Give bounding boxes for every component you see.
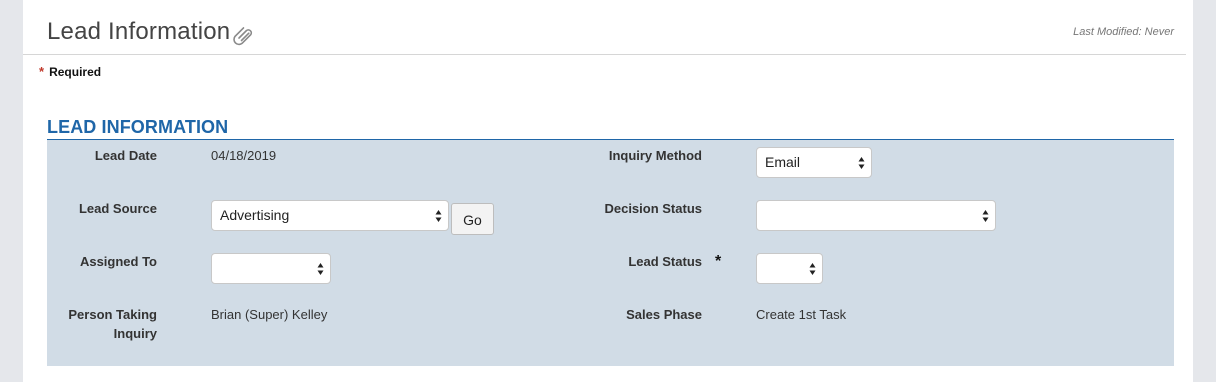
- select-arrows-icon: [809, 263, 816, 275]
- section-title: LEAD INFORMATION: [47, 117, 229, 137]
- required-label: Required: [49, 65, 102, 79]
- assigned-to-select[interactable]: [211, 253, 331, 284]
- select-arrows-icon: [317, 263, 324, 275]
- decision-status-label: Decision Status: [604, 201, 702, 216]
- required-note: * Required: [39, 64, 101, 79]
- paperclip-icon[interactable]: [231, 23, 255, 47]
- person-taking-inquiry-label-line1: Person Taking: [68, 307, 157, 322]
- lead-form: Lead Date 04/18/2019 Inquiry Method Emai…: [47, 139, 1174, 366]
- inquiry-method-label: Inquiry Method: [608, 148, 702, 163]
- sales-phase-label: Sales Phase: [626, 307, 702, 322]
- decision-status-select[interactable]: [756, 200, 996, 231]
- lead-date-label: Lead Date: [94, 148, 157, 163]
- panel-header: Lead Information Last Modified: Never: [23, 0, 1186, 55]
- last-modified: Last Modified: Never: [1073, 26, 1174, 38]
- page-title: Lead Information: [47, 18, 231, 45]
- inquiry-method-value: Email: [765, 154, 801, 170]
- required-star: *: [39, 64, 45, 79]
- lead-status-select[interactable]: [756, 253, 823, 284]
- lead-date-value: 04/18/2019: [211, 148, 277, 163]
- select-arrows-icon: [858, 157, 865, 169]
- select-arrows-icon: [435, 210, 442, 222]
- lead-source-label: Lead Source: [78, 201, 157, 216]
- select-arrows-icon: [982, 210, 989, 222]
- lead-source-select[interactable]: Advertising: [211, 200, 449, 231]
- lead-status-label: Lead Status: [628, 254, 702, 269]
- lead-panel: Lead Information Last Modified: Never * R…: [23, 0, 1193, 382]
- person-taking-inquiry-label: Person Taking Inquiry: [47, 305, 157, 343]
- assigned-to-label: Assigned To: [79, 254, 157, 269]
- lead-source-value: Advertising: [220, 207, 290, 223]
- person-taking-inquiry-value: Brian (Super) Kelley: [211, 307, 328, 322]
- sales-phase-value: Create 1st Task: [756, 307, 847, 322]
- person-taking-inquiry-label-line2: Inquiry: [113, 326, 157, 341]
- lead-source-go-button[interactable]: Go: [451, 203, 494, 235]
- lead-status-required-mark: *: [715, 253, 722, 270]
- inquiry-method-select[interactable]: Email: [756, 147, 872, 178]
